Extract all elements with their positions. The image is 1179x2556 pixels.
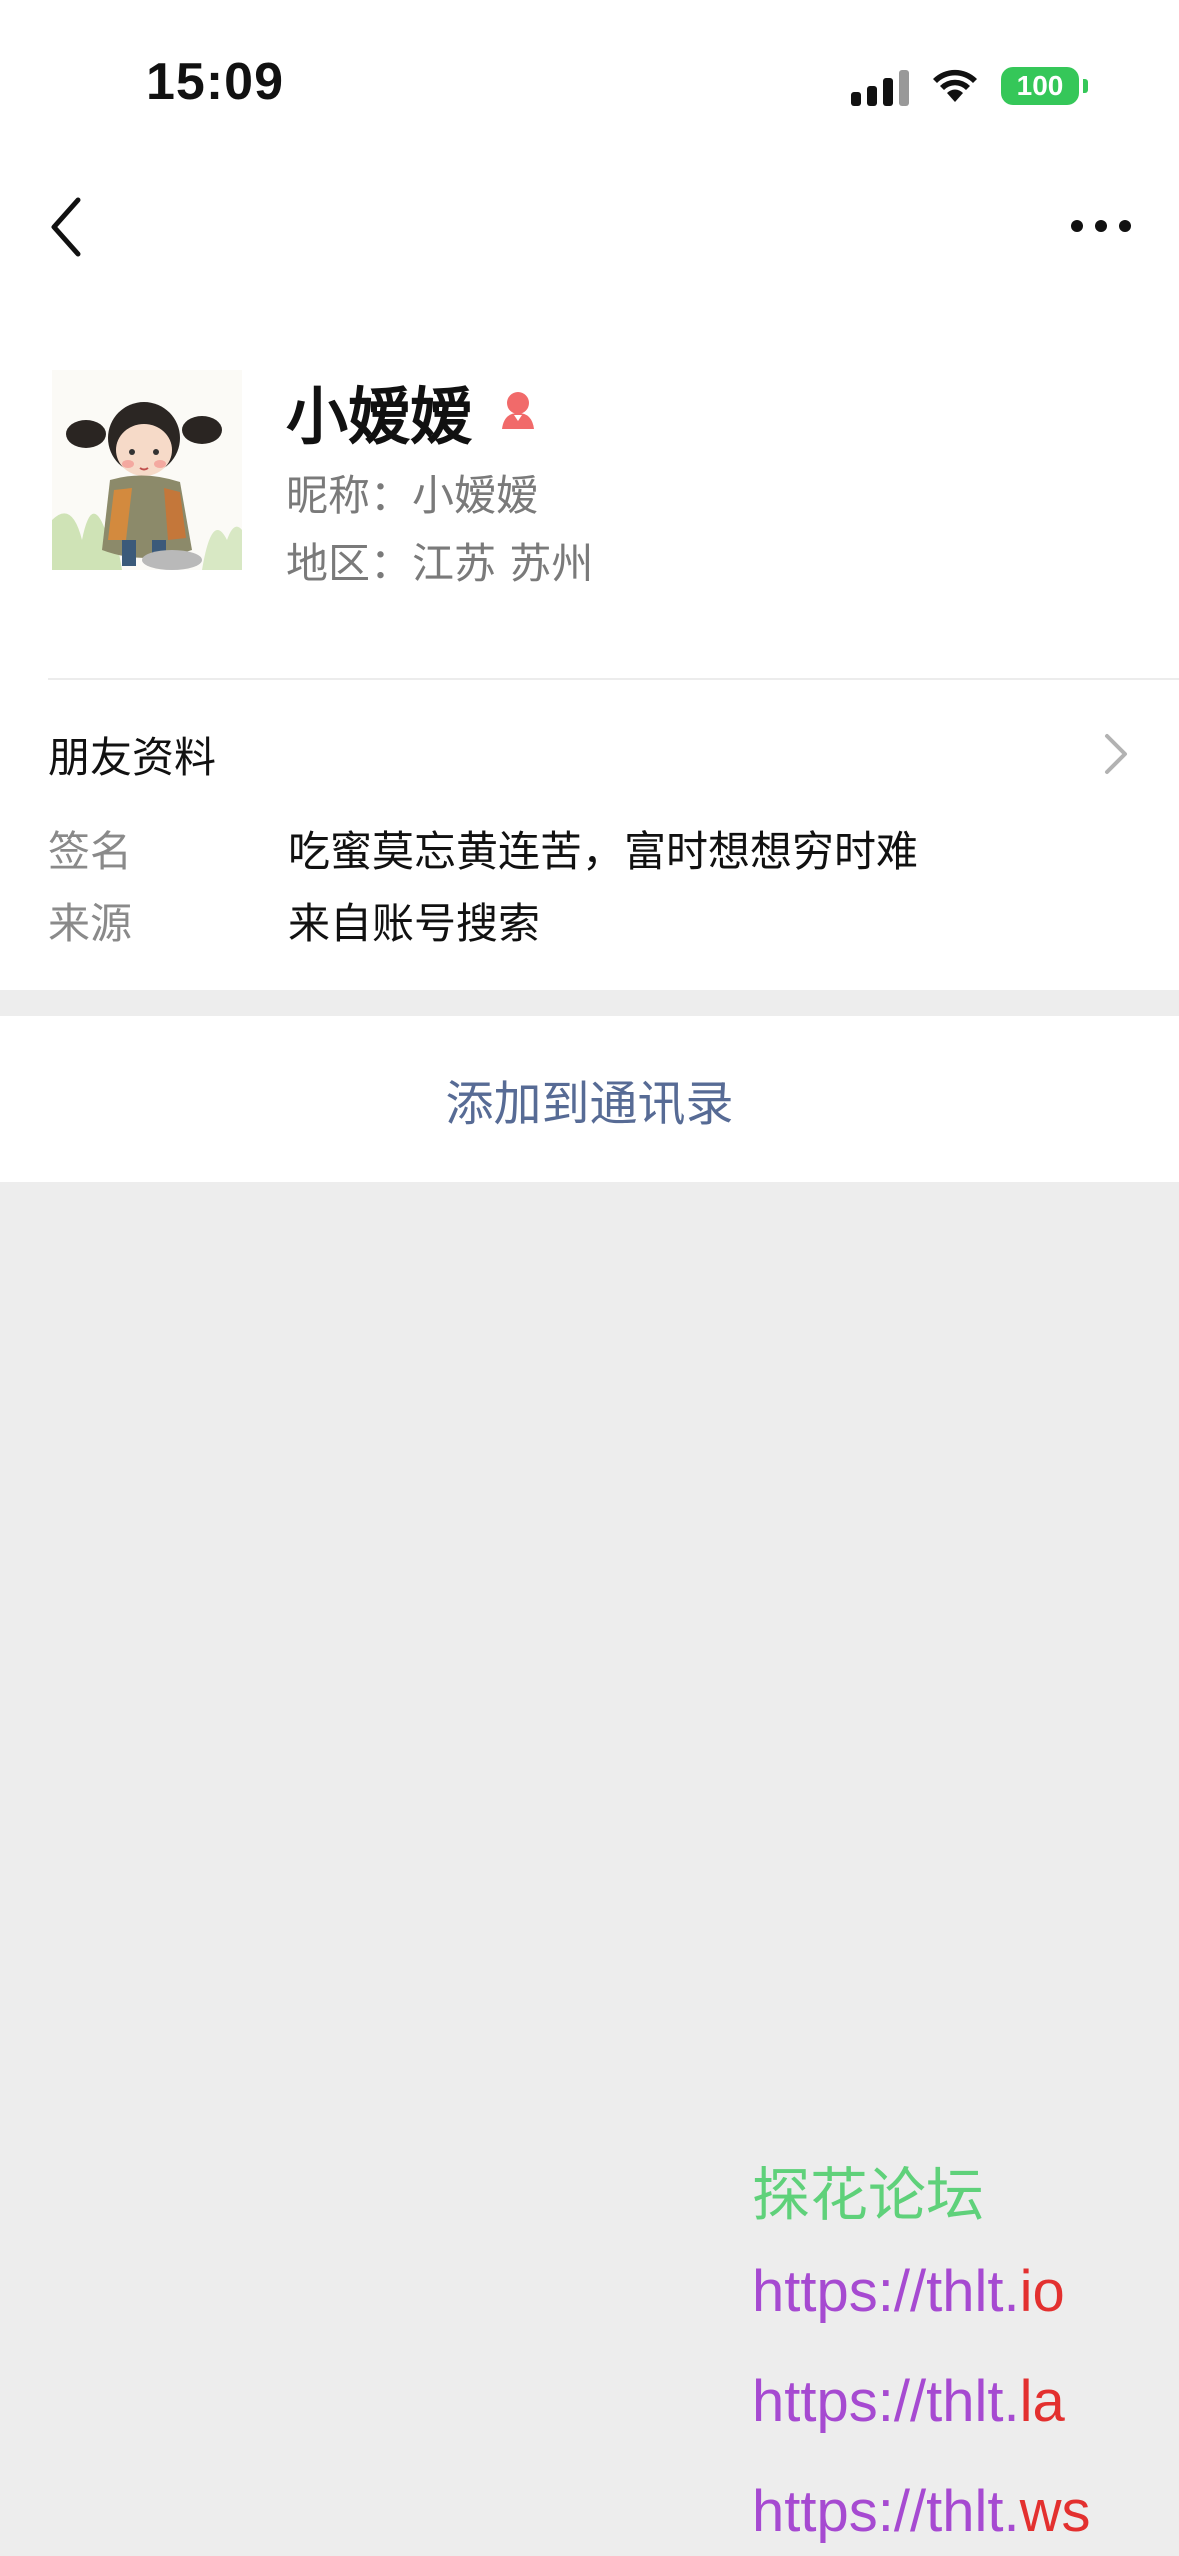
name-row: 小嫒嫒 [286,366,542,456]
status-indicators: 100 [851,62,1088,110]
friend-info-title[interactable]: 朋友资料 [48,724,216,785]
more-dot [1095,220,1107,232]
add-contact-label: 添加到通讯录 [445,1076,734,1132]
watermark-title: 探花论坛 [752,2163,985,2228]
signal-icon [851,66,909,106]
region-text: 地区：江苏 苏州 [286,539,594,588]
more-button[interactable] [1071,210,1131,242]
divider [48,678,1179,680]
add-contact-button[interactable]: 添加到通讯录 [0,1016,1179,1182]
source-label: 来源 [48,899,133,948]
source-value: 来自账号搜索 [288,899,541,948]
avatar[interactable] [52,370,242,570]
watermark-link: https://thlt.la [752,2369,1065,2434]
profile-page: 15:09 100 小嫒嫒 昵称：小嫒嫒 地区：江苏 苏州 朋友资料 签名 吃蜜… [0,0,1179,2556]
avatar-illustration [52,370,242,570]
female-icon [502,392,535,429]
status-time: 15:09 [146,53,284,111]
chevron-right-icon[interactable] [1099,730,1131,778]
signature-label: 签名 [48,827,133,876]
signature-value: 吃蜜莫忘黄连苦，富时想想穷时难 [288,827,919,876]
more-dot [1071,220,1083,232]
wifi-icon [933,69,977,102]
nickname-text: 昵称：小嫒嫒 [286,471,539,520]
chevron-left-icon [51,197,81,257]
back-button[interactable] [44,192,94,262]
battery-icon: 100 [1001,67,1088,105]
profile-name: 小嫒嫒 [286,380,473,453]
more-dot [1119,220,1131,232]
watermark-link: https://thlt.ws [752,2479,1091,2544]
watermark-link: https://thlt.io [752,2259,1065,2324]
